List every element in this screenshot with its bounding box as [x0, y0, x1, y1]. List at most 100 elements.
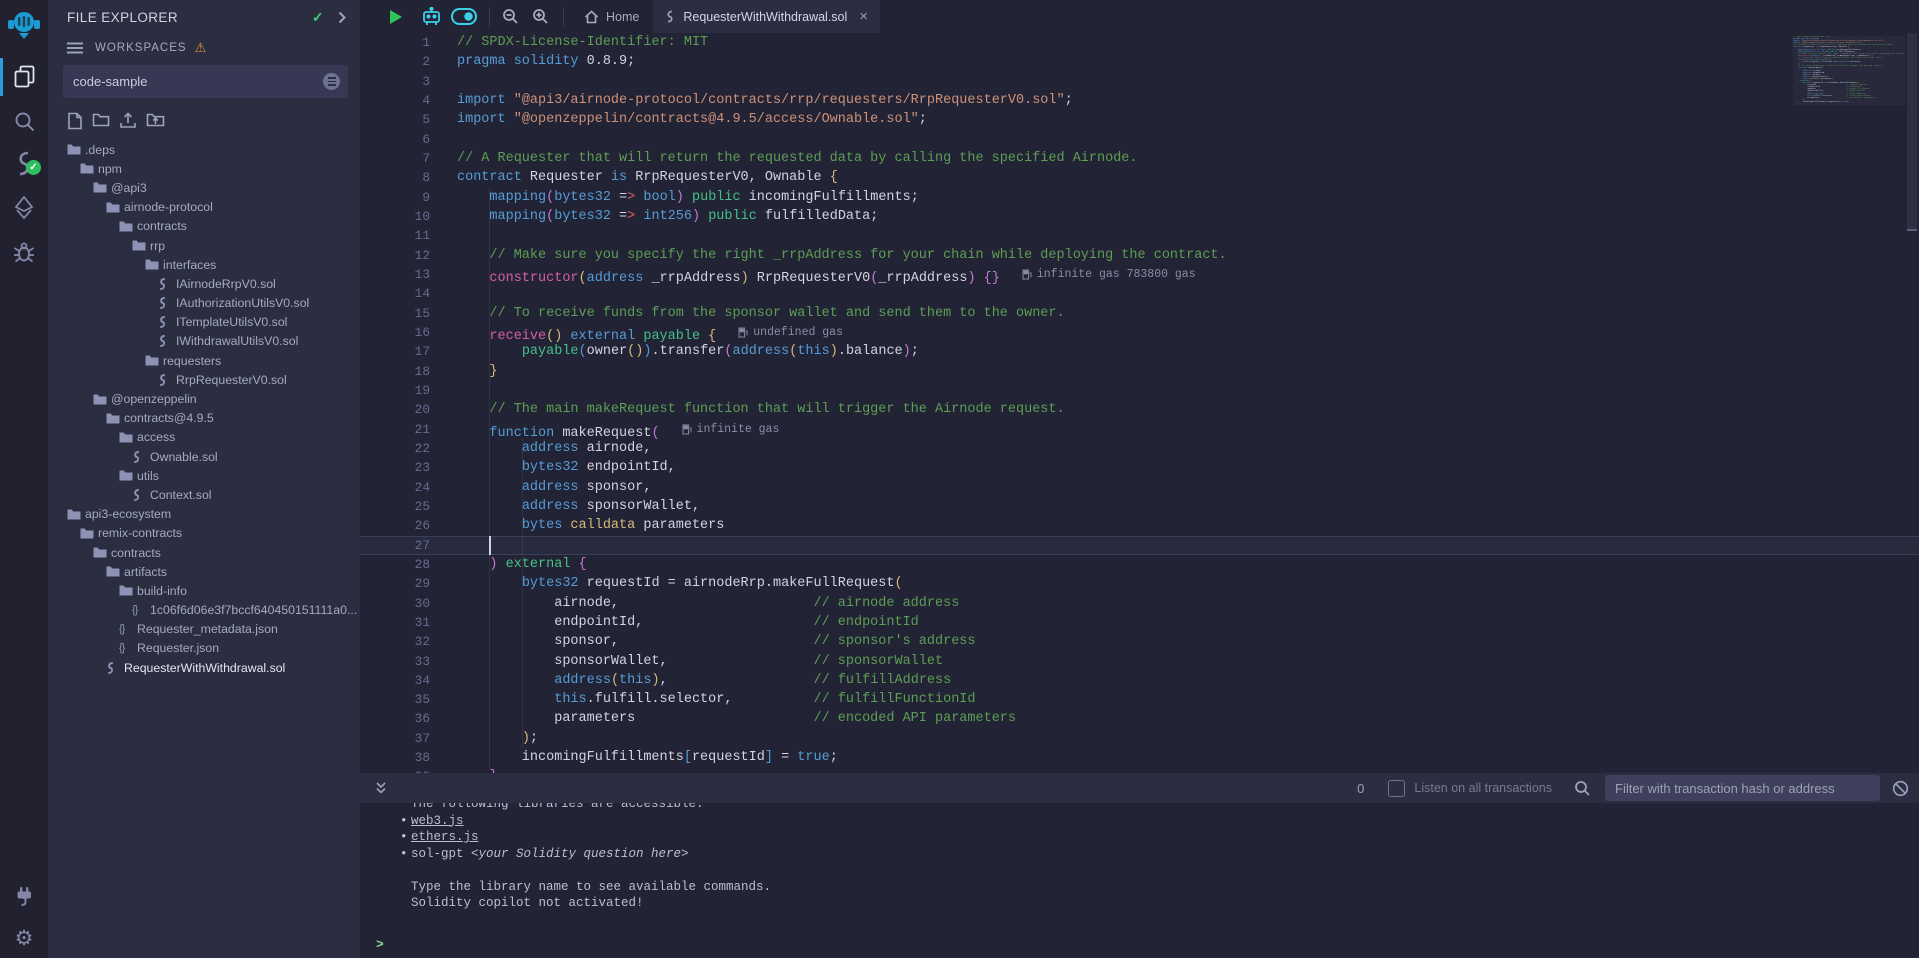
ai-assistant-robot-icon[interactable] — [421, 7, 442, 27]
search-icon[interactable] — [0, 110, 48, 133]
code-line[interactable]: 36 parameters // encoded API parameters — [360, 709, 1919, 728]
move-panel-chevron-icon[interactable] — [338, 11, 346, 24]
tree-item--deps[interactable]: .deps — [48, 140, 360, 159]
code-line[interactable]: 22 address airnode, — [360, 439, 1919, 458]
listen-all-transactions-checkbox[interactable] — [1388, 780, 1405, 797]
code-line[interactable]: 1// SPDX-License-Identifier: MIT — [360, 33, 1919, 52]
debugger-icon[interactable] — [0, 241, 48, 263]
tree-item-remix-contracts[interactable]: remix-contracts — [48, 524, 360, 543]
accept-check-icon[interactable]: ✓ — [312, 9, 324, 26]
code-line[interactable]: 15 // To receive funds from the sponsor … — [360, 304, 1919, 323]
new-file-icon[interactable] — [67, 112, 83, 130]
editor-scrollbar[interactable] — [1905, 33, 1919, 773]
code-line[interactable]: 16 receive() external payable {undefined… — [360, 323, 1919, 342]
tree-item-requester-json[interactable]: {}Requester.json — [48, 639, 360, 658]
tree-item-contracts[interactable]: contracts — [48, 217, 360, 236]
upload-folder-icon[interactable] — [146, 112, 165, 130]
solidity-compiler-icon[interactable] — [0, 150, 48, 177]
deploy-run-icon[interactable] — [0, 196, 48, 220]
code-editor[interactable]: 1// SPDX-License-Identifier: MIT2pragma … — [360, 33, 1919, 773]
terminal-output[interactable]: The following libraries are accessible:•… — [360, 803, 1919, 958]
code-line[interactable]: 38 incomingFulfillments[requestId] = tru… — [360, 748, 1919, 767]
new-folder-icon[interactable] — [92, 112, 110, 130]
workspaces-menu-icon[interactable] — [67, 42, 83, 54]
code-line[interactable]: 7// A Requester that will return the req… — [360, 149, 1919, 168]
tree-item-utils[interactable]: utils — [48, 466, 360, 485]
tree-item-api3-ecosystem[interactable]: api3-ecosystem — [48, 505, 360, 524]
clear-console-icon[interactable] — [1892, 780, 1909, 797]
workspace-select[interactable]: code-sample — [63, 65, 348, 98]
upload-file-icon[interactable] — [119, 112, 137, 130]
zoom-out-icon[interactable] — [502, 8, 519, 25]
code-line[interactable]: 2pragma solidity 0.8.9; — [360, 52, 1919, 71]
settings-gear-icon[interactable]: ⚙ — [0, 926, 48, 951]
workspace-warning-icon[interactable]: ⚠ — [195, 40, 207, 56]
terminal-line[interactable]: •ethers.js — [360, 829, 1919, 846]
code-line[interactable]: 17 payable(owner()).transfer(address(thi… — [360, 342, 1919, 361]
tree-item-context-sol[interactable]: Context.sol — [48, 485, 360, 504]
tree-item-iwithdrawalutilsv0-sol[interactable]: IWithdrawalUtilsV0.sol — [48, 332, 360, 351]
code-line[interactable]: 25 address sponsorWallet, — [360, 497, 1919, 516]
code-line[interactable]: 11 — [360, 226, 1919, 245]
tree-item-rrprequesterv0-sol[interactable]: RrpRequesterV0.sol — [48, 370, 360, 389]
tree-item--openzeppelin[interactable]: @openzeppelin — [48, 389, 360, 408]
code-line[interactable]: 37 ); — [360, 729, 1919, 748]
code-line[interactable]: 29 bytes32 requestId = airnodeRrp.makeFu… — [360, 574, 1919, 593]
tree-item-rrp[interactable]: rrp — [48, 236, 360, 255]
minimap[interactable]: // SPDX-License-Identifier: MITpragma so… — [1793, 36, 1905, 105]
code-line[interactable]: 24 address sponsor, — [360, 478, 1919, 497]
code-line[interactable]: 31 endpointId, // endpointId — [360, 613, 1919, 632]
terminal-search-icon[interactable] — [1574, 780, 1591, 797]
tree-item-ownable-sol[interactable]: Ownable.sol — [48, 447, 360, 466]
minimap-slider[interactable] — [1793, 36, 1905, 105]
code-line[interactable]: 14 — [360, 284, 1919, 303]
run-script-icon[interactable] — [388, 9, 403, 25]
tree-item-requesters[interactable]: requesters — [48, 351, 360, 370]
copilot-toggle-icon[interactable] — [451, 8, 477, 25]
terminal-line[interactable]: •web3.js — [360, 813, 1919, 830]
code-line[interactable]: 13 constructor(address _rrpAddress) RrpR… — [360, 265, 1919, 284]
terminal-link[interactable]: web3.js — [411, 814, 464, 828]
code-line[interactable]: 28 ) external { — [360, 555, 1919, 574]
code-line[interactable]: 9 mapping(bytes32 => bool) public incomi… — [360, 188, 1919, 207]
code-line[interactable]: 27 — [360, 536, 1919, 555]
tree-item-itemplateutilsv0-sol[interactable]: ITemplateUtilsV0.sol — [48, 313, 360, 332]
tree-item-access[interactable]: access — [48, 428, 360, 447]
code-line[interactable]: 23 bytes32 endpointId, — [360, 458, 1919, 477]
tree-item-1c06f6d06e3f7bccf640450151111a0-[interactable]: {}1c06f6d06e3f7bccf640450151111a0... — [48, 601, 360, 620]
code-line[interactable]: 8contract Requester is RrpRequesterV0, O… — [360, 168, 1919, 187]
tree-item-interfaces[interactable]: interfaces — [48, 255, 360, 274]
code-line[interactable]: 10 mapping(bytes32 => int256) public ful… — [360, 207, 1919, 226]
code-line[interactable]: 21 function makeRequest(infinite gas — [360, 420, 1919, 439]
tree-item-iairnoderrpv0-sol[interactable]: IAirnodeRrpV0.sol — [48, 274, 360, 293]
code-line[interactable]: 12 // Make sure you specify the right _r… — [360, 246, 1919, 265]
tree-item-contracts-4-9-5[interactable]: contracts@4.9.5 — [48, 409, 360, 428]
code-line[interactable]: 3 — [360, 72, 1919, 91]
code-line[interactable]: 34 address(this), // fulfillAddress — [360, 671, 1919, 690]
code-line[interactable]: 5import "@openzeppelin/contracts@4.9.5/a… — [360, 110, 1919, 129]
tree-item-build-info[interactable]: build-info — [48, 581, 360, 600]
transaction-filter-input[interactable] — [1605, 775, 1880, 801]
terminal-link[interactable]: ethers.js — [411, 830, 479, 844]
tree-item-airnode-protocol[interactable]: airnode-protocol — [48, 198, 360, 217]
plugin-manager-icon[interactable] — [0, 885, 48, 907]
code-line[interactable]: 26 bytes calldata parameters — [360, 516, 1919, 535]
close-tab-icon[interactable]: × — [859, 8, 868, 25]
code-line[interactable]: 20 // The main makeRequest function that… — [360, 400, 1919, 419]
collapse-terminal-icon[interactable] — [374, 782, 388, 795]
code-line[interactable]: 33 sponsorWallet, // sponsorWallet — [360, 652, 1919, 671]
zoom-in-icon[interactable] — [532, 8, 549, 25]
tree-item-iauthorizationutilsv0-sol[interactable]: IAuthorizationUtilsV0.sol — [48, 294, 360, 313]
code-line[interactable]: 32 sponsor, // sponsor's address — [360, 632, 1919, 651]
code-line[interactable]: 18 } — [360, 362, 1919, 381]
file-explorer-icon[interactable] — [0, 64, 48, 89]
tree-item-requesterwithwithdrawal-sol[interactable]: RequesterWithWithdrawal.sol — [48, 658, 360, 677]
code-line[interactable]: 6 — [360, 130, 1919, 149]
remix-logo[interactable] — [0, 9, 48, 41]
tree-item--api3[interactable]: @api3 — [48, 178, 360, 197]
code-line[interactable]: 35 this.fulfill.selector, // fulfillFunc… — [360, 690, 1919, 709]
code-line[interactable]: 4import "@api3/airnode-protocol/contract… — [360, 91, 1919, 110]
tab-home[interactable]: Home — [570, 0, 653, 33]
tree-item-artifacts[interactable]: artifacts — [48, 562, 360, 581]
tree-item-contracts[interactable]: contracts — [48, 543, 360, 562]
